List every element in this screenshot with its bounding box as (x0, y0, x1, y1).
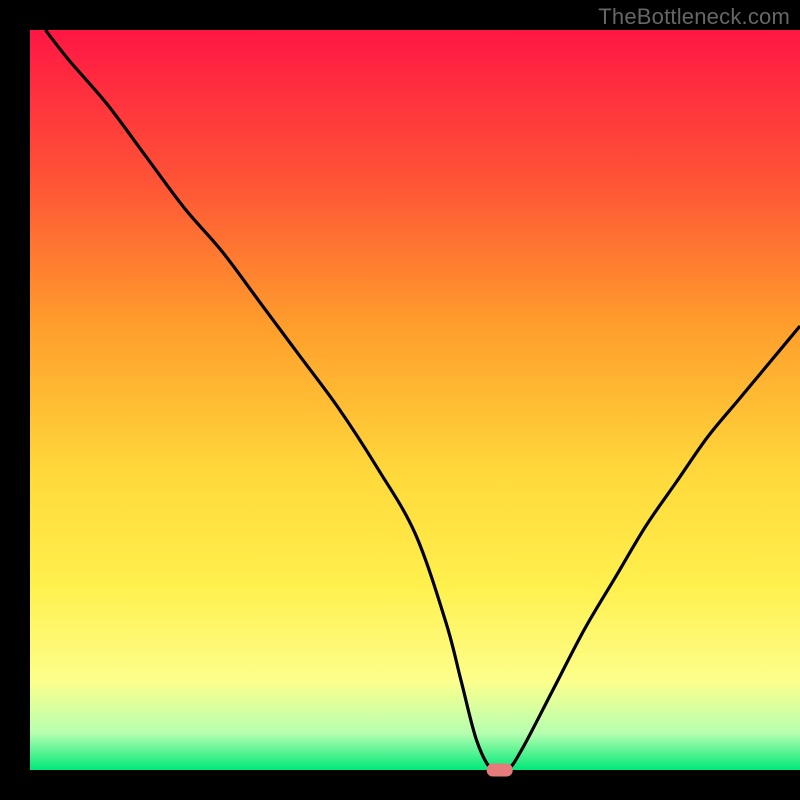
bottleneck-chart: TheBottleneck.com (0, 0, 800, 800)
plot-background (30, 30, 800, 770)
optimal-marker (487, 764, 513, 777)
chart-svg (0, 0, 800, 800)
watermark-text: TheBottleneck.com (598, 4, 790, 30)
